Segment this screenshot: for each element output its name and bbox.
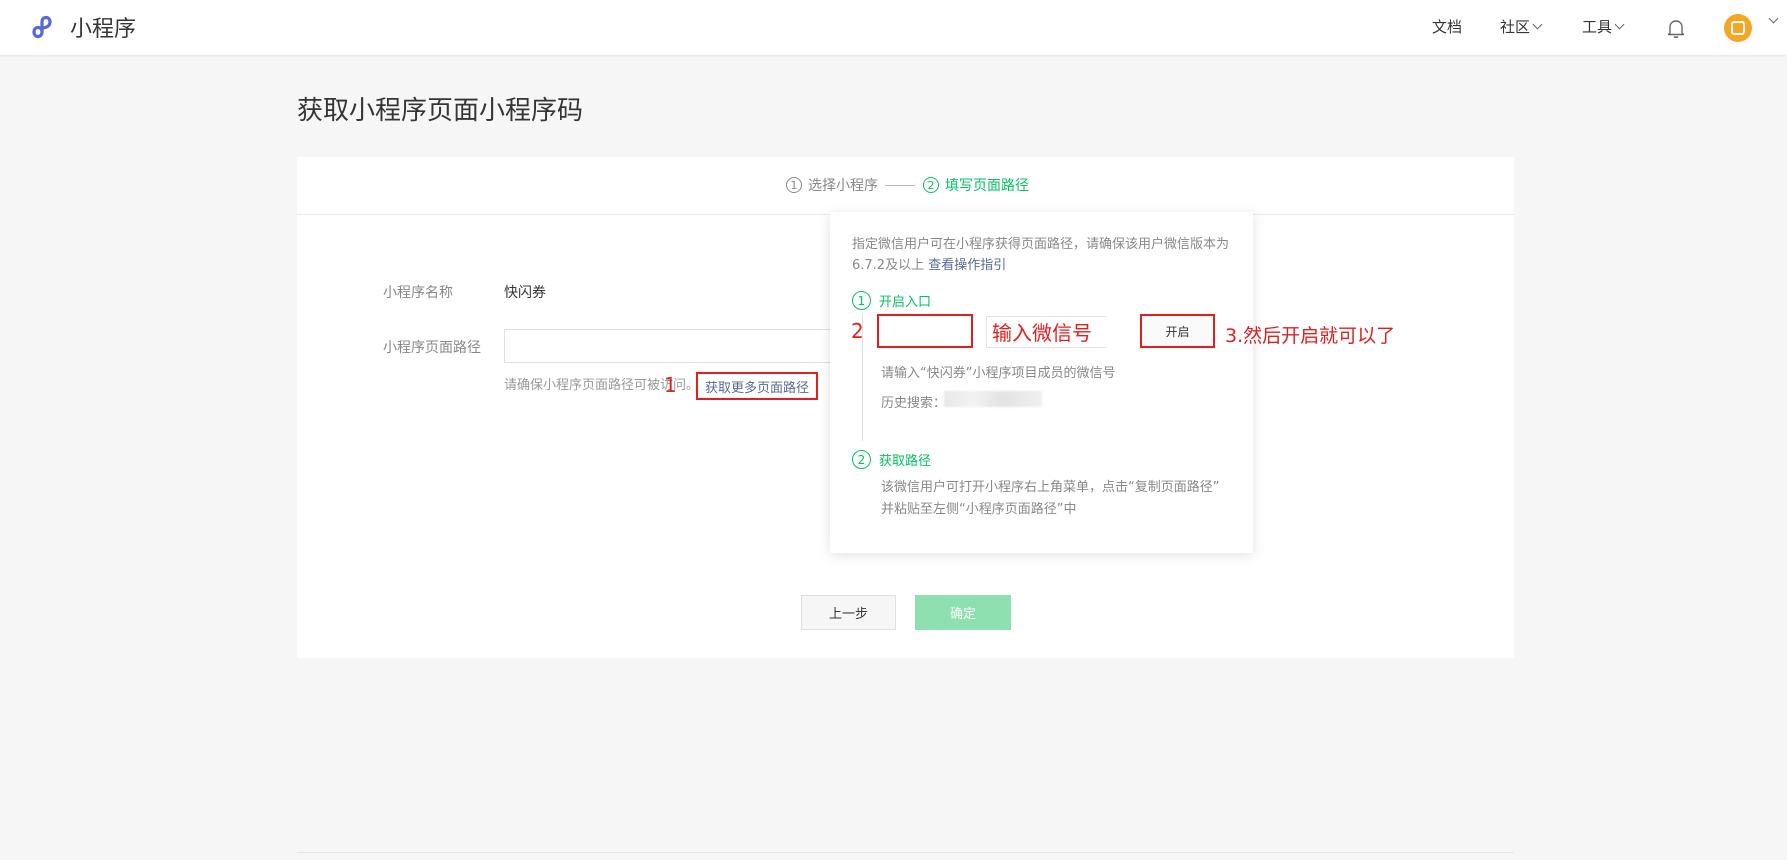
annotation-2: 2 xyxy=(851,319,864,343)
bell-icon[interactable] xyxy=(1664,16,1688,40)
step-1-number: 1 xyxy=(786,177,802,193)
chevron-down-icon xyxy=(1532,19,1543,29)
popover-desc-text: 指定微信用户可在小程序获得页面路径，请确保该用户微信版本为6.7.2及以上 xyxy=(852,237,1230,273)
chevron-down-icon xyxy=(1614,19,1625,29)
step-1-label: 选择小程序 xyxy=(808,178,878,194)
wechat-id-input[interactable] xyxy=(877,314,973,348)
top-bar: 小程序 文档 社区 工具 xyxy=(0,0,1787,55)
annotation-input-hint: 输入微信号 xyxy=(992,321,1092,345)
step-2: 2 填写页面路径 xyxy=(923,175,1029,195)
blurred-history-entry[interactable] xyxy=(944,391,1042,407)
nav-community-label: 社区 xyxy=(1500,18,1531,36)
footer-divider xyxy=(297,852,1514,853)
nav-tools-label: 工具 xyxy=(1582,18,1613,36)
popover-step-1: 1 开启入口 xyxy=(852,291,931,310)
open-button[interactable]: 开启 xyxy=(1140,314,1215,348)
step-2-label: 填写页面路径 xyxy=(945,178,1029,194)
path-input[interactable] xyxy=(504,329,844,363)
step-1: 1 选择小程序 xyxy=(786,175,878,195)
page-title: 获取小程序页面小程序码 xyxy=(297,96,584,126)
prev-button[interactable]: 上一步 xyxy=(801,595,896,630)
nav-docs[interactable]: 文档 xyxy=(1432,16,1462,37)
app-name: 小程序 xyxy=(70,17,137,42)
name-label: 小程序名称 xyxy=(383,285,453,301)
guide-link[interactable]: 查看操作指引 xyxy=(928,258,1006,273)
avatar[interactable] xyxy=(1724,14,1752,42)
popover-description: 指定微信用户可在小程序获得页面路径，请确保该用户微信版本为6.7.2及以上 查看… xyxy=(852,234,1234,276)
history-label: 历史搜索： xyxy=(881,396,947,411)
miniprogram-logo-icon xyxy=(32,15,52,39)
confirm-button[interactable]: 确定 xyxy=(915,595,1011,630)
popover-step-1-title: 开启入口 xyxy=(879,295,932,310)
wechat-input-tip: 请输入“快闪券”小程序项目成员的微信号 xyxy=(881,366,1116,381)
get-more-paths-link[interactable]: 获取更多页面路径 xyxy=(696,372,818,400)
popover-step-2: 2 获取路径 xyxy=(852,450,931,469)
nav-community[interactable]: 社区 xyxy=(1500,16,1543,37)
annotation-3: 3.然后开启就可以了 xyxy=(1225,325,1396,347)
path-label: 小程序页面路径 xyxy=(383,340,481,356)
step-2-desc-line-1: 该微信用户可打开小程序右上角菜单，点击“复制页面路径” xyxy=(881,480,1220,495)
nav-tools[interactable]: 工具 xyxy=(1582,16,1625,37)
popover-step-2-title: 获取路径 xyxy=(879,454,932,469)
logo[interactable]: 小程序 xyxy=(32,12,136,42)
popover-step-2-number: 2 xyxy=(852,450,871,469)
nav-docs-label: 文档 xyxy=(1432,18,1463,36)
steps-bar: 1 选择小程序 2 填写页面路径 xyxy=(297,157,1514,215)
popover-step-1-number: 1 xyxy=(852,291,871,310)
annotation-1: 1 xyxy=(664,373,677,397)
step-divider xyxy=(885,185,915,186)
step-2-desc-line-2: 并粘贴至左侧“小程序页面路径”中 xyxy=(881,502,1077,517)
path-popover: 指定微信用户可在小程序获得页面路径，请确保该用户微信版本为6.7.2及以上 查看… xyxy=(830,212,1253,553)
avatar-glyph xyxy=(1731,21,1745,35)
step-2-number: 2 xyxy=(923,177,939,193)
name-value: 快闪券 xyxy=(504,285,546,301)
chevron-down-icon[interactable] xyxy=(1768,13,1779,24)
